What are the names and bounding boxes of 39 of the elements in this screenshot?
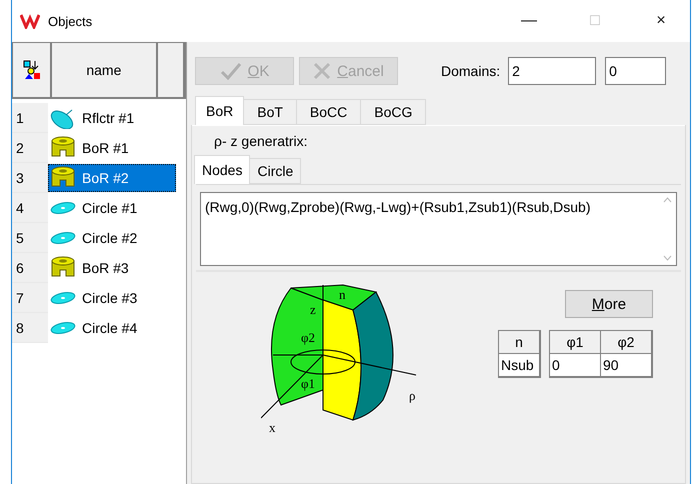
disc-icon	[50, 201, 76, 215]
check-icon	[220, 62, 242, 80]
nodes-text-area[interactable]: (Rwg,0)(Rwg,Zprobe)(Rwg,-Lwg)+(Rsub1,Zsub1)(Rsub,Dsub)	[200, 192, 677, 266]
row-number: 4	[12, 193, 48, 223]
more-button[interactable]: More	[565, 290, 653, 318]
table-cell[interactable]: 0	[549, 353, 601, 377]
tab[interactable]: BoCC	[296, 99, 362, 125]
close-button[interactable]: ×	[632, 12, 690, 30]
row-number: 7	[12, 283, 48, 313]
disc-icon	[50, 231, 76, 245]
generatrix-label: ρ- z generatrix:	[214, 133, 309, 149]
scroll-down-icon[interactable]	[663, 255, 672, 261]
scroll-up-icon[interactable]	[663, 197, 672, 203]
domains-field[interactable]: 2	[508, 57, 596, 85]
tab[interactable]: BoCG	[360, 99, 426, 125]
disc-icon	[50, 321, 76, 335]
table-cell: Nsub	[498, 353, 540, 377]
surface-of-revolution-drawing: z n φ2 φ1 x ρ	[261, 280, 431, 440]
sort-icon[interactable]	[22, 60, 41, 80]
row-number: 2	[12, 133, 48, 163]
tab[interactable]: BoR	[195, 96, 244, 125]
app-logo-icon	[20, 13, 40, 29]
dish-icon	[50, 107, 76, 129]
tab[interactable]: Nodes	[194, 155, 250, 184]
row-number: 8	[12, 313, 48, 343]
row-number: 3	[12, 163, 48, 193]
tab[interactable]: Circle	[249, 158, 302, 184]
table-cell[interactable]: 90	[600, 353, 652, 377]
row-number: 5	[12, 223, 48, 253]
domains-field[interactable]: 0	[605, 57, 666, 85]
disc-icon	[50, 291, 76, 305]
window-title: Objects	[48, 14, 94, 28]
tab[interactable]: BoT	[243, 99, 297, 125]
cross-icon	[313, 62, 332, 80]
minimize-button[interactable]: —	[500, 12, 558, 30]
row-number: 6	[12, 253, 48, 283]
domains-label: Domains:	[441, 63, 500, 79]
row-number: 1	[12, 103, 48, 133]
object-list-item[interactable]: BoR #2	[48, 164, 176, 192]
